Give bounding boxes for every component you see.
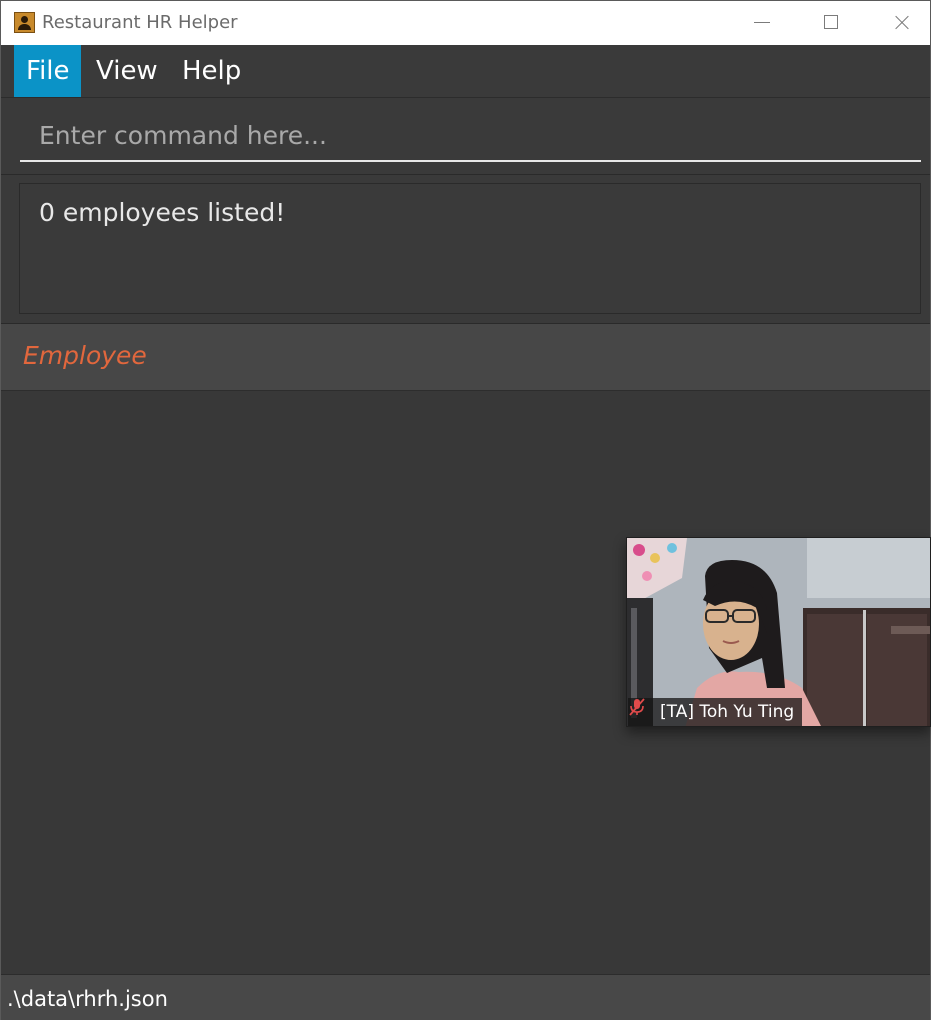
save-file-path: .\data\rhrh.json — [7, 987, 168, 1011]
maximize-button[interactable] — [796, 1, 866, 45]
employee-panel-title: Employee — [23, 341, 147, 370]
command-box — [1, 98, 930, 175]
participant-name: [TA] Toh Yu Ting — [660, 702, 795, 722]
app-window: Restaurant HR Helper File View Help 0 em… — [0, 0, 931, 1020]
window-title: Restaurant HR Helper — [42, 12, 238, 33]
maximize-icon — [824, 15, 838, 29]
command-input[interactable] — [20, 110, 921, 162]
close-button[interactable] — [866, 1, 931, 45]
employee-panel-header: Employee — [1, 324, 930, 391]
minimize-button[interactable] — [727, 1, 797, 45]
menu-bar: File View Help — [1, 45, 930, 98]
menu-help[interactable]: Help — [170, 45, 253, 97]
minimize-icon — [754, 22, 770, 23]
menu-file[interactable]: File — [14, 45, 81, 97]
app-icon — [14, 12, 35, 33]
video-call-overlay[interactable]: [TA] Toh Yu Ting — [626, 537, 931, 727]
status-bar: .\data\rhrh.json — [1, 974, 930, 1020]
title-bar[interactable]: Restaurant HR Helper — [1, 1, 930, 45]
result-box[interactable]: 0 employees listed! — [19, 183, 921, 314]
participant-name-tag: [TA] Toh Yu Ting — [628, 698, 803, 726]
menu-view[interactable]: View — [84, 45, 170, 97]
mic-off-icon — [629, 698, 645, 716]
result-message: 0 employees listed! — [39, 198, 286, 227]
result-display: 0 employees listed! — [1, 175, 930, 324]
